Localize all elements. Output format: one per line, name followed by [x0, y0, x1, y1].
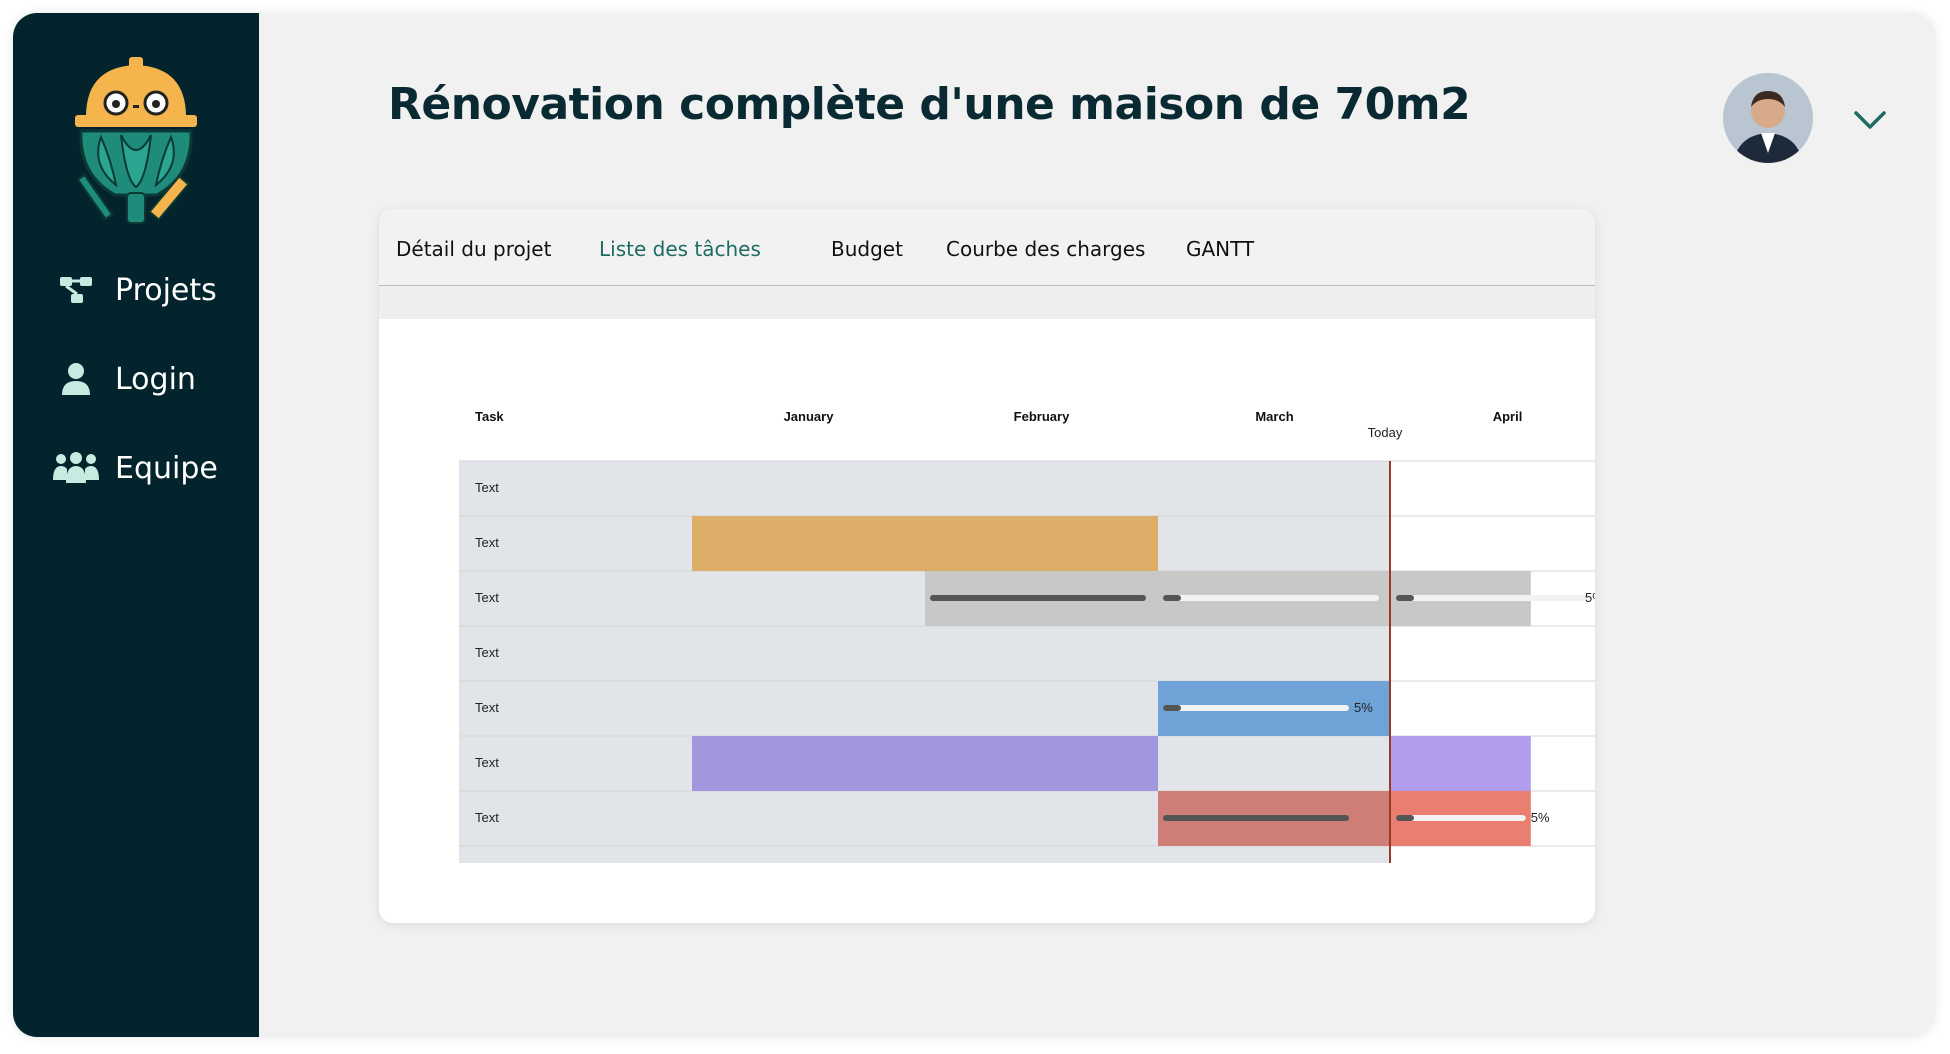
gantt-task-label: Text — [475, 480, 499, 495]
user-icon — [53, 356, 99, 402]
tab-budget[interactable]: Budget — [831, 237, 903, 261]
gantt-progress-label: 5% — [1531, 810, 1550, 825]
gantt-bar — [1391, 736, 1531, 791]
tab-gantt[interactable]: GANTT — [1186, 237, 1254, 261]
sidebar-item-label: Projets — [115, 272, 217, 308]
gantt-chart: Task January February March April Today Text Te… — [379, 319, 1595, 923]
gantt-task-label: Text — [475, 755, 499, 770]
gantt-month-label: February — [1014, 409, 1070, 424]
tab-courbe-charges[interactable]: Courbe des charges — [946, 237, 1145, 261]
gantt-task-label: Text — [475, 590, 499, 605]
gantt-month-label: March — [1255, 409, 1293, 424]
gantt-month-label: January — [784, 409, 835, 424]
artichoke-worker-logo — [75, 57, 197, 224]
page-title: Rénovation complète d'une maison de 70m2 — [388, 79, 1471, 130]
sidebar-item-equipe[interactable]: Equipe — [53, 443, 218, 493]
sidebar-item-login[interactable]: Login — [53, 354, 196, 404]
project-card: Détail du projet Liste des tâches Budget… — [379, 209, 1595, 923]
gantt-svg: Task January February March April Today Text Te… — [459, 409, 1595, 863]
gantt-today-label: Today — [1368, 425, 1403, 440]
gantt-month-label: April — [1493, 409, 1523, 424]
gantt-task-label: Text — [475, 535, 499, 550]
user-avatar[interactable] — [1723, 73, 1813, 163]
tab-detail-projet[interactable]: Détail du projet — [396, 237, 551, 261]
sidebar-item-label: Equipe — [115, 450, 218, 486]
tab-bar: Détail du projet Liste des tâches Budget… — [379, 209, 1595, 286]
gantt-task-header: Task — [475, 409, 504, 424]
project-nodes-icon — [53, 267, 99, 313]
chevron-down-icon[interactable] — [1853, 109, 1887, 131]
gantt-task-label: Text — [475, 700, 499, 715]
tab-liste-taches[interactable]: Liste des tâches — [599, 237, 761, 261]
gantt-progress-label: 5% — [1354, 700, 1373, 715]
app-window: Projets Login Equipe Rénovation complète… — [13, 13, 1935, 1037]
gantt-progress-label: 5% — [1585, 590, 1595, 605]
team-icon — [53, 445, 99, 491]
gantt-bar — [692, 736, 1158, 791]
gantt-task-label: Text — [475, 810, 499, 825]
sidebar-item-label: Login — [115, 361, 196, 397]
tab-strip — [379, 286, 1595, 319]
gantt-bar — [692, 516, 1158, 571]
sidebar-item-projets[interactable]: Projets — [53, 265, 217, 315]
gantt-task-label: Text — [475, 645, 499, 660]
sidebar: Projets Login Equipe — [13, 13, 259, 1037]
